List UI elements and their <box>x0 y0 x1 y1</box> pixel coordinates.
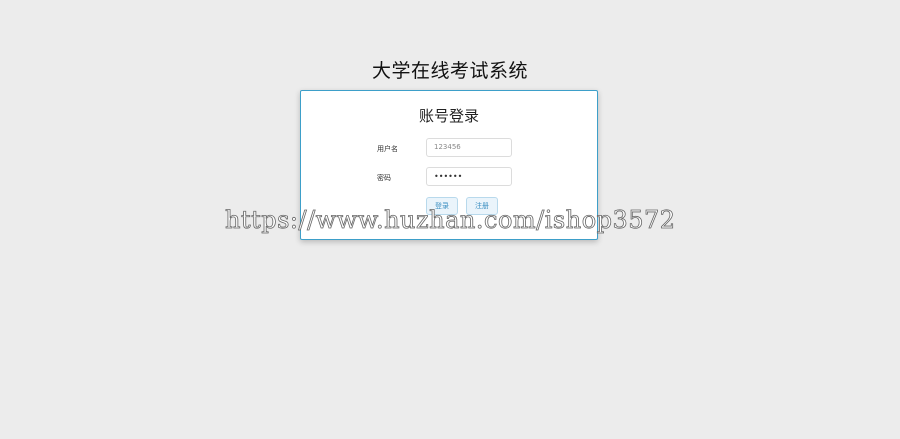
app-title: 大学在线考试系统 <box>371 60 528 82</box>
username-input[interactable]: 123456 <box>426 138 512 157</box>
password-input[interactable]: •••••• <box>426 167 512 186</box>
login-card-title: 账号登录 <box>418 107 479 125</box>
password-label: 密码 <box>377 174 391 182</box>
username-label: 用户名 <box>377 145 398 153</box>
watermark-text: https://www.huzhan.com/ishop3572 <box>225 206 676 235</box>
